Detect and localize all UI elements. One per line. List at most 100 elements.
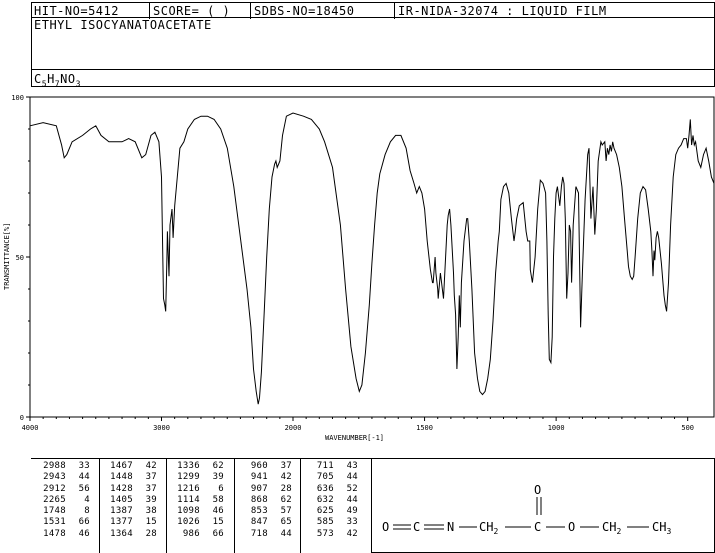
chemical-structure: O C N CH2 C O O CH2 CH3 — [382, 483, 671, 536]
peak-row: 1364 28 — [101, 529, 157, 540]
peak-wavenumber: 1364 — [110, 528, 133, 539]
atom-ch2-sub: 2 — [493, 527, 498, 536]
peak-row: 853 57 — [236, 506, 292, 517]
peak-row: 1531 66 — [34, 517, 90, 528]
peak-transmittance: 8 — [84, 506, 90, 517]
peak-row: 1026 15 — [168, 517, 224, 528]
y-tick-label: 0 — [20, 414, 24, 422]
peak-column-divider — [300, 458, 301, 553]
peak-transmittance: 44 — [346, 494, 358, 505]
peak-transmittance: 49 — [346, 506, 358, 517]
peak-row: 1428 37 — [101, 484, 157, 495]
peak-transmittance: 37 — [145, 483, 157, 494]
peak-wavenumber: 1377 — [110, 517, 133, 528]
peak-transmittance: 62 — [280, 494, 292, 505]
peak-row: 632 44 — [302, 495, 358, 506]
peak-transmittance: 39 — [212, 472, 224, 483]
peak-wavenumber: 1387 — [110, 506, 133, 517]
peak-row: 907 28 — [236, 484, 292, 495]
peak-transmittance: 4 — [84, 494, 90, 505]
peak-row: 573 42 — [302, 529, 358, 540]
peak-transmittance: 58 — [212, 494, 224, 505]
peak-transmittance: 44 — [346, 472, 358, 483]
peak-row: 2988 33 — [34, 461, 90, 472]
peak-row: 705 44 — [302, 472, 358, 483]
peak-wavenumber: 1216 — [177, 483, 200, 494]
peak-row: 1448 37 — [101, 472, 157, 483]
peak-wavenumber: 636 — [316, 483, 334, 494]
peak-wavenumber: 1478 — [43, 528, 66, 539]
x-tick-label: 3000 — [153, 424, 170, 432]
peak-transmittance: 15 — [145, 517, 157, 528]
peak-transmittance: 33 — [346, 517, 358, 528]
peak-wavenumber: 986 — [182, 528, 200, 539]
peak-row: 1336 62 — [168, 461, 224, 472]
peak-transmittance: 44 — [280, 528, 292, 539]
atom-ch-methyl: CH — [652, 520, 666, 534]
atom-ch2-ethyl-sub: 2 — [616, 527, 621, 536]
atom-ch3: CH3 — [652, 520, 671, 536]
peak-transmittance: 56 — [78, 483, 90, 494]
atom-o-carbonyl: O — [534, 483, 541, 497]
peak-row: 625 49 — [302, 506, 358, 517]
peak-row: 718 44 — [236, 529, 292, 540]
peak-transmittance: 43 — [346, 461, 358, 471]
peak-transmittance: 33 — [78, 461, 90, 471]
peak-row: 868 62 — [236, 495, 292, 506]
peak-wavenumber: 585 — [316, 517, 334, 528]
atom-ch2-ethyl: CH2 — [602, 520, 621, 536]
peak-row: 960 37 — [236, 461, 292, 472]
peak-row: 1098 46 — [168, 506, 224, 517]
peak-wavenumber: 1467 — [110, 461, 133, 471]
peak-column-divider — [99, 458, 100, 553]
peak-transmittance: 37 — [280, 461, 292, 471]
y-axis-label: TRANSMITTANCE[%] — [3, 223, 11, 290]
peak-wavenumber: 907 — [250, 483, 268, 494]
x-tick-label: 1000 — [548, 424, 565, 432]
peak-transmittance: 66 — [212, 528, 224, 539]
atom-o-isocyanate: O — [382, 520, 389, 534]
peak-row: 941 42 — [236, 472, 292, 483]
peak-wavenumber: 632 — [316, 494, 334, 505]
peak-column-divider — [234, 458, 235, 553]
peak-row: 1467 42 — [101, 461, 157, 472]
peak-column: 1336 62 1299 39 1216 6 1114 58 1098 46 1026 15 986 66 — [168, 461, 224, 540]
peak-row: 1387 38 — [101, 506, 157, 517]
peak-row: 711 43 — [302, 461, 358, 472]
peak-wavenumber: 1336 — [177, 461, 200, 471]
atom-n: N — [447, 520, 454, 534]
peak-column-divider — [166, 458, 167, 553]
peak-wavenumber: 1098 — [177, 506, 200, 517]
peak-row: 2912 56 — [34, 484, 90, 495]
peak-wavenumber: 847 — [250, 517, 268, 528]
peak-row: 1377 15 — [101, 517, 157, 528]
peak-wavenumber: 1299 — [177, 472, 200, 483]
atom-c-isocyanate: C — [413, 520, 420, 534]
peak-wavenumber: 853 — [250, 506, 268, 517]
x-tick-label: 1500 — [416, 424, 433, 432]
peak-transmittance: 66 — [78, 517, 90, 528]
peak-transmittance: 38 — [145, 506, 157, 517]
peak-row: 585 33 — [302, 517, 358, 528]
atom-ch-ethyl: CH — [602, 520, 616, 534]
atom-c-carbonyl: C — [534, 520, 541, 534]
peak-transmittance: 65 — [280, 517, 292, 528]
peak-row: 1478 46 — [34, 529, 90, 540]
peak-wavenumber: 868 — [250, 494, 268, 505]
peak-column: 1467 42 1448 37 1428 37 1405 39 1387 38 1377 15 1364… — [101, 461, 157, 540]
peak-row: 847 65 — [236, 517, 292, 528]
peak-column: 960 37 941 42 907 28 868 62 853 57 847 65 718 44 — [236, 461, 292, 540]
peak-transmittance: 42 — [145, 461, 157, 471]
x-tick-label: 4000 — [22, 424, 39, 432]
y-tick-label: 50 — [16, 254, 24, 262]
x-tick-label: 500 — [681, 424, 694, 432]
peak-wavenumber: 1748 — [43, 506, 66, 517]
peak-wavenumber: 2265 — [43, 494, 66, 505]
peak-row: 636 52 — [302, 484, 358, 495]
spectrum-line — [29, 112, 715, 405]
peak-transmittance: 15 — [212, 517, 224, 528]
peak-wavenumber: 960 — [250, 461, 268, 471]
peak-row: 1216 6 — [168, 484, 224, 495]
peak-transmittance: 42 — [346, 528, 358, 539]
x-axis-label: WAVENUMBER[-1] — [325, 434, 384, 442]
